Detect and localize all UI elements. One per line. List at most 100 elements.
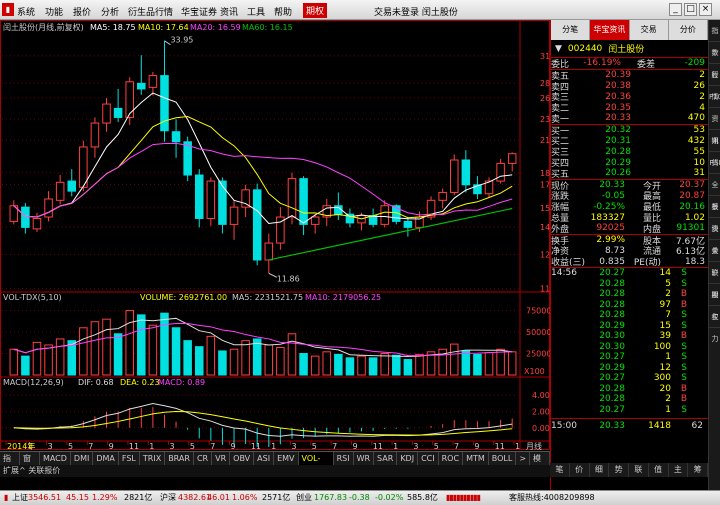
indicator-tab[interactable]: EMV [274,452,299,465]
side-tab[interactable]: 资讯 [709,108,720,145]
volume-bar [334,353,343,376]
minimize-icon[interactable]: _ [669,3,682,16]
order-book: 委比 -16.19% 委差 -209 卖五 20.39 2 卖四 20.38 26 卖三 20.36 2… [551,58,708,268]
extension-row[interactable]: 扩展^ 关联报价 [0,465,550,477]
menu-options[interactable]: 期权 [303,3,328,18]
final-time: 15:00 [551,420,577,431]
quote-bottom-tab[interactable]: 值 [649,463,669,477]
indicator-tab[interactable]: TRIX [140,452,166,465]
indicator-tab[interactable]: SAR [374,452,398,465]
menu-bar: ▮ 系统 功能 报价 分析 衍生品行情 华宝证券 资讯 工具 帮助 期权 交易未… [0,0,720,20]
indicator-tab[interactable]: 窗口 [20,452,40,476]
candle-body [183,141,192,176]
side-tab[interactable]: F10 [709,86,720,108]
date-label: 3 [170,442,175,450]
quote-bottom-tab[interactable]: 联 [629,463,649,477]
tick-price: 20.27 [599,352,625,363]
volume-bar [90,321,100,376]
side-tab[interactable]: RSI [709,152,720,174]
quote-bottom-tab[interactable]: 笔 [550,463,570,477]
menu-derivatives[interactable]: 衍生品行情 [128,5,173,18]
indicator-tab[interactable]: RSI [334,452,354,465]
indicator-tab[interactable]: CCI [418,452,439,465]
volume-bar [461,350,471,376]
tab-price-distribution[interactable]: 分价 [669,20,708,40]
date-label: 11 [129,442,139,450]
indicator-tab[interactable]: KDJ [397,452,419,465]
sh-label[interactable]: 上证 [12,491,28,505]
indicator-tab[interactable]: 模板 [530,452,550,476]
side-tab[interactable]: 资金 [709,218,720,255]
side-tab[interactable]: 全景 [709,174,720,211]
tab-huabao-news[interactable]: 华宝资讯 [590,20,630,40]
indicator-tab[interactable]: VOL-TDX [298,452,334,476]
indicator-tab[interactable]: > [516,452,531,465]
indicator-tab[interactable]: WR [354,452,375,465]
side-tab[interactable]: 主力 [709,306,720,343]
date-label: 9 [352,442,357,450]
chart-svg[interactable]: 31.71 28.03 26.21 23.82 21.65 18.69 17.72 15.95… [0,20,563,451]
ma10-line [13,116,513,220]
indicator-tab[interactable]: ASI [254,452,275,465]
side-tab[interactable]: 沪股 [709,262,720,299]
indicator-tab[interactable]: VR [212,452,231,465]
indicator-tab[interactable]: ROC [439,452,464,465]
indicator-tab[interactable]: CR [194,452,213,465]
menu-function[interactable]: 功能 [45,5,63,18]
kline-chart-area[interactable]: 31.71 28.03 26.21 23.82 21.65 18.69 17.72 15.95… [0,20,563,451]
volume-bar [206,335,216,376]
close-icon[interactable]: × [699,3,712,16]
menu-system[interactable]: 系统 [17,5,35,18]
indicator-tab[interactable]: BOLL [489,452,517,465]
ask-volume: 4 [699,102,705,113]
tab-trade[interactable]: 交易 [630,20,669,40]
volume-bar [229,348,239,376]
indicator-tab[interactable]: MTM [463,452,489,465]
menu-news[interactable]: 资讯 [220,5,238,18]
side-tab[interactable]: 期权 [709,284,720,321]
indicator-tab[interactable]: FSL [119,452,140,465]
indicator-tab[interactable]: DMI [71,452,94,465]
hotline[interactable]: 客服热线:4008209898 [509,491,595,505]
menu-huabao[interactable]: 华宝证券 [181,5,217,18]
bid-volume: 53 [693,125,705,136]
quote-bottom-tab[interactable]: 势 [609,463,629,477]
menu-tools[interactable]: 工具 [247,5,265,18]
final-num: 62 [691,420,703,431]
indicator-tab[interactable]: BRAR [165,452,194,465]
menu-help[interactable]: 帮助 [274,5,292,18]
side-tab[interactable]: 指数 [709,20,720,57]
side-tab[interactable]: 关联 [709,240,720,277]
side-tab[interactable]: 个股 [709,42,720,79]
stat-value: 20.33 [599,180,625,191]
tick-flag: S [681,310,687,321]
quote-bottom-tab[interactable]: 主 [669,463,689,477]
tick-flag: S [681,362,687,373]
hs-label[interactable]: 沪深 [160,491,176,505]
volume-bar [345,357,355,376]
maximize-icon[interactable]: □ [684,3,697,16]
side-tab[interactable]: 行情 [709,64,720,101]
menu-analysis[interactable]: 分析 [101,5,119,18]
ask-price: 20.35 [605,102,631,113]
volume-bar [264,344,274,376]
date-label: 7 [88,442,93,450]
menu-quote[interactable]: 报价 [73,5,91,18]
quote-bottom-tab[interactable]: 筹 [688,463,708,477]
indicator-tab[interactable]: 指标 [0,452,20,476]
cy-label[interactable]: 创业 [296,491,312,505]
indicator-tab[interactable]: MACD [40,452,71,465]
quote-top-tabs: 分笔 华宝资讯 交易 分价 [551,20,708,40]
ma5-line [13,92,513,225]
stat-value: 1.02 [684,212,705,223]
indicator-tab[interactable]: DMA [93,452,119,465]
indicator-tab[interactable]: OBV [230,452,255,465]
stat-value: 8.73 [604,245,625,256]
side-tab[interactable]: 期货 [709,130,720,167]
tick-price: 20.27 [599,404,625,415]
quote-bottom-tab[interactable]: 价 [570,463,590,477]
side-tab[interactable]: 板块 [709,196,720,233]
quote-bottom-tab[interactable]: 细 [590,463,610,477]
tab-ticks[interactable]: 分笔 [551,20,591,40]
tick-price: 20.28 [599,394,625,405]
